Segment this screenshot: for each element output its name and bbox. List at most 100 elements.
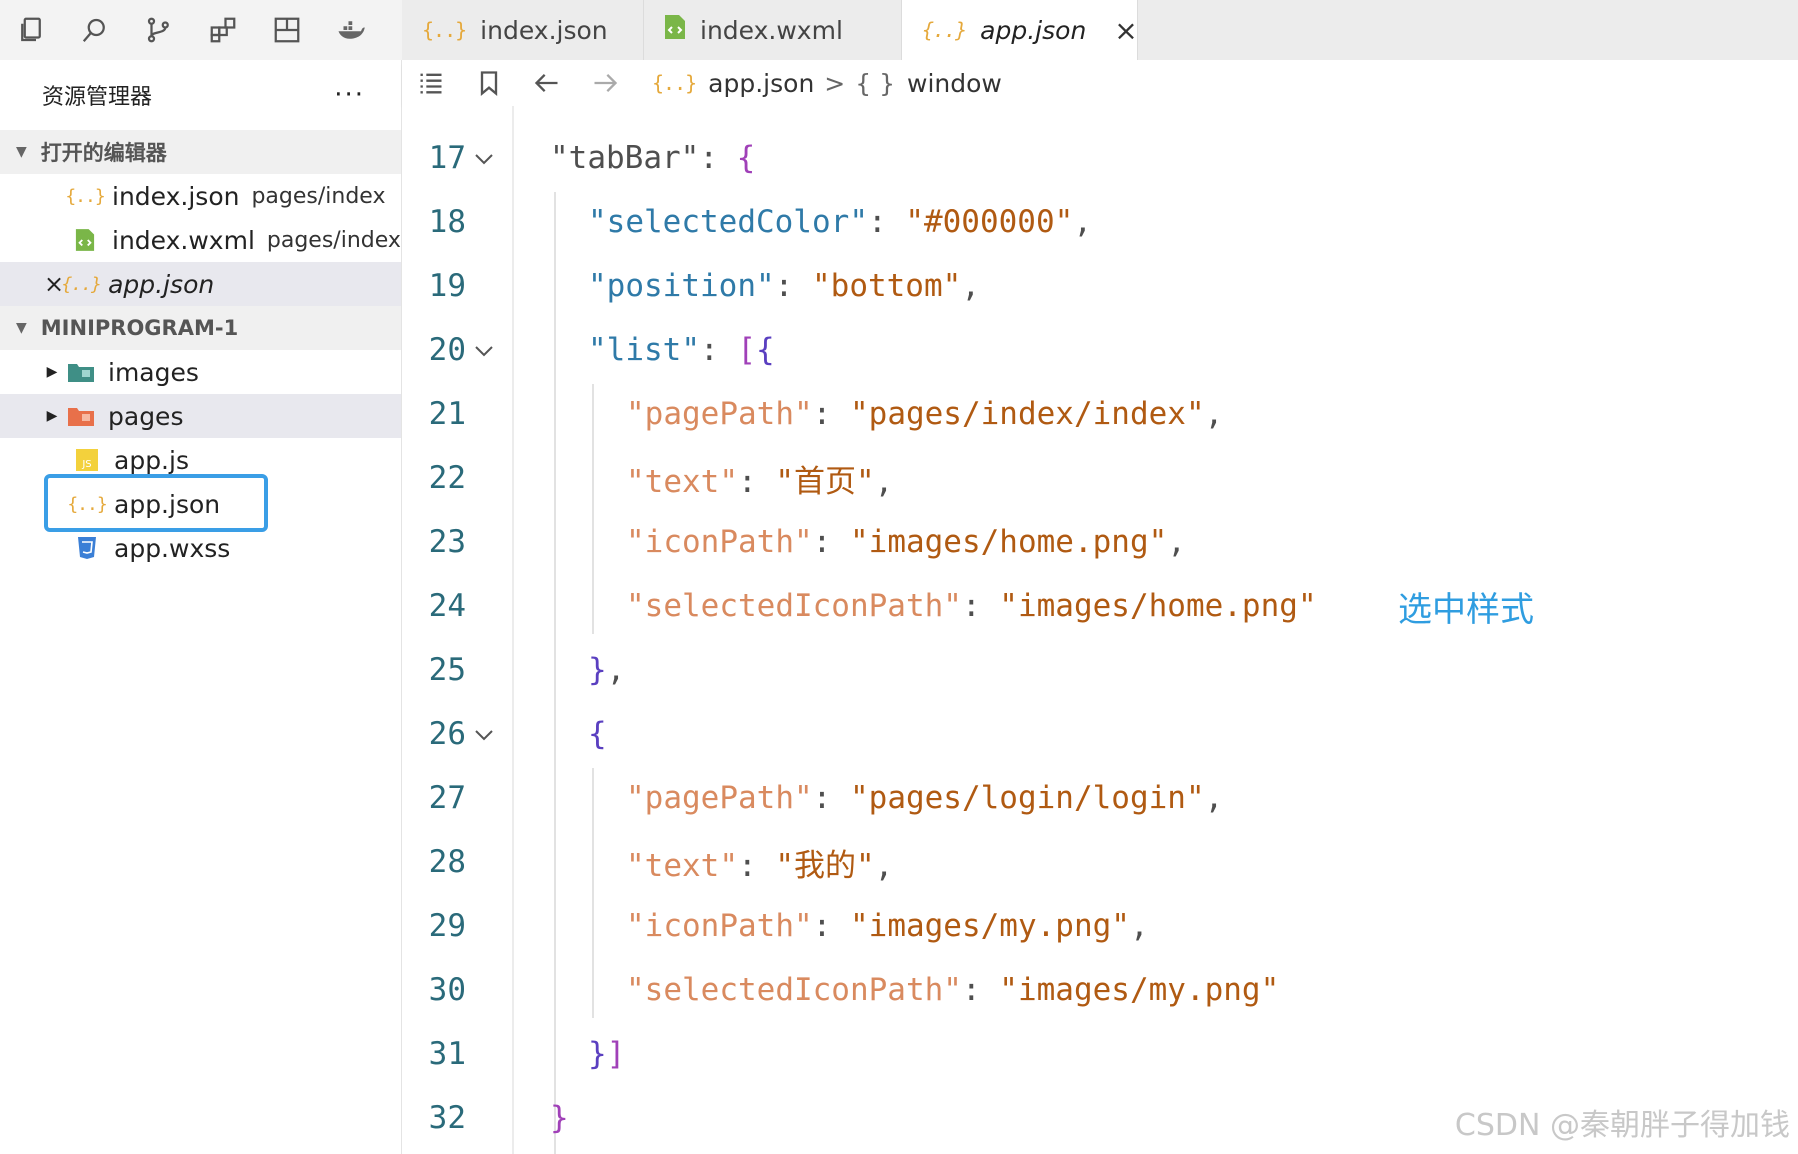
- line-number: 24: [428, 588, 466, 624]
- css-file-icon: [72, 536, 102, 560]
- line-number: 19: [428, 268, 466, 304]
- code-line[interactable]: 26 {: [402, 702, 1798, 766]
- file-name: app.json: [108, 269, 215, 299]
- file-name: images: [108, 357, 199, 387]
- line-number: 31: [428, 1036, 466, 1072]
- file-name: pages: [108, 401, 184, 431]
- code-line[interactable]: 24 "selectedIconPath": "images/home.png"…: [402, 574, 1798, 638]
- file-path: pages/index: [251, 183, 386, 209]
- selection-highlight-box: [44, 474, 268, 532]
- open-editor-item-active[interactable]: × {..} app.json: [0, 262, 401, 306]
- code-line[interactable]: 27 "pagePath": "pages/login/login",: [402, 766, 1798, 830]
- symbol-icon: { }: [855, 68, 896, 98]
- code-editor[interactable]: 17 "tabBar": { 18 "selectedColor": "#000…: [402, 106, 1798, 1154]
- file-name: app.js: [114, 445, 189, 475]
- chevron-down-icon[interactable]: [474, 138, 494, 165]
- section-open-editors[interactable]: ▼ 打开的编辑器: [0, 130, 401, 174]
- chevron-right-icon: ▶: [46, 408, 58, 424]
- line-number: 22: [428, 460, 466, 496]
- open-editor-item[interactable]: {..} index.json pages/index: [0, 174, 401, 218]
- code-line[interactable]: 20 "list": [{: [402, 318, 1798, 382]
- back-arrow-icon[interactable]: [518, 69, 576, 97]
- explorer-sidebar: 资源管理器 ··· ▼ 打开的编辑器 {..} index.json pages…: [0, 60, 402, 1154]
- activity-bar: [0, 0, 402, 60]
- file-name: index.json: [112, 181, 240, 211]
- json-file-icon: {..}: [922, 18, 967, 42]
- code-line[interactable]: 21 "pagePath": "pages/index/index",: [402, 382, 1798, 446]
- tab-index-wxml[interactable]: index.wxml: [644, 0, 902, 60]
- tree-file-app-wxss[interactable]: app.wxss: [0, 526, 401, 570]
- code-line[interactable]: 28 "text": "我的",: [402, 830, 1798, 894]
- line-number: 20: [428, 332, 466, 368]
- section-label: MINIPROGRAM-1: [40, 316, 239, 340]
- editor-tabs: {..} index.json index.wxml {..} app.json…: [402, 0, 1798, 60]
- sidebar-header: 资源管理器 ···: [0, 60, 401, 130]
- open-editor-item[interactable]: index.wxml pages/index: [0, 218, 401, 262]
- sidebar-title: 资源管理器: [42, 85, 153, 110]
- code-line[interactable]: 22 "text": "首页",: [402, 446, 1798, 510]
- line-number: 26: [428, 716, 466, 752]
- section-label: 打开的编辑器: [40, 141, 167, 165]
- wxml-file-icon: [70, 228, 100, 252]
- file-path: pages/index: [266, 227, 401, 253]
- list-icon[interactable]: [402, 69, 460, 97]
- docker-icon[interactable]: [334, 13, 368, 47]
- tab-label: index.json: [480, 15, 608, 45]
- chevron-right-icon: >: [824, 68, 846, 98]
- code-line[interactable]: 18 "selectedColor": "#000000",: [402, 190, 1798, 254]
- svg-text:JS: JS: [81, 459, 91, 470]
- images-folder-icon: [66, 361, 96, 383]
- annotation-label: 选中样式: [1398, 589, 1534, 630]
- close-icon[interactable]: ×: [1114, 14, 1137, 47]
- line-number: 27: [428, 780, 466, 816]
- json-file-icon: {..}: [422, 18, 467, 42]
- watermark: CSDN @秦朝胖子得加钱: [1454, 1108, 1790, 1143]
- chevron-right-icon: ▶: [46, 364, 58, 380]
- code-line[interactable]: 29 "iconPath": "images/my.png",: [402, 894, 1798, 958]
- explorer-icon[interactable]: [14, 13, 48, 47]
- code-line[interactable]: 19 "position": "bottom",: [402, 254, 1798, 318]
- line-number: 23: [428, 524, 466, 560]
- code-line[interactable]: 17 "tabBar": {: [402, 126, 1798, 190]
- line-number: 30: [428, 972, 466, 1008]
- extensions-icon[interactable]: [206, 13, 240, 47]
- json-file-icon: {..}: [65, 185, 105, 207]
- tree-folder-images[interactable]: ▶ images: [0, 350, 401, 394]
- chevron-down-icon: ▼: [16, 144, 27, 160]
- source-control-icon[interactable]: [142, 13, 176, 47]
- json-file-icon: {..}: [652, 71, 697, 95]
- wxml-file-icon: [664, 14, 686, 46]
- line-number: 21: [428, 396, 466, 432]
- js-file-icon: JS: [72, 448, 102, 472]
- layout-icon[interactable]: [270, 13, 304, 47]
- line-number: 17: [428, 140, 466, 176]
- breadcrumb: {..} app.json > { } window: [402, 60, 1798, 106]
- code-line[interactable]: 25 },: [402, 638, 1798, 702]
- bookmark-icon[interactable]: [460, 69, 518, 97]
- json-file-icon: {..}: [61, 273, 101, 295]
- search-icon[interactable]: [78, 13, 112, 47]
- more-icon[interactable]: ···: [334, 80, 365, 110]
- code-line[interactable]: 31 }]: [402, 1022, 1798, 1086]
- tab-label: app.json: [980, 15, 1087, 45]
- forward-arrow-icon[interactable]: [576, 69, 634, 97]
- tab-label: index.wxml: [700, 15, 843, 45]
- breadcrumb-symbol[interactable]: window: [907, 69, 1002, 98]
- line-number: 25: [428, 652, 466, 688]
- code-line[interactable]: 23 "iconPath": "images/home.png",: [402, 510, 1798, 574]
- chevron-down-icon[interactable]: [474, 714, 494, 741]
- section-project[interactable]: ▼ MINIPROGRAM-1: [0, 306, 401, 350]
- file-name: app.wxss: [114, 533, 231, 563]
- tree-folder-pages[interactable]: ▶ pages: [0, 394, 401, 438]
- code-line[interactable]: 30 "selectedIconPath": "images/my.png": [402, 958, 1798, 1022]
- line-number: 29: [428, 908, 466, 944]
- pages-folder-icon: [66, 405, 96, 427]
- chevron-down-icon[interactable]: [474, 330, 494, 357]
- tab-app-json[interactable]: {..} app.json ×: [902, 0, 1138, 60]
- line-number: 18: [428, 204, 466, 240]
- file-name: index.wxml: [112, 225, 255, 255]
- line-number: 32: [428, 1100, 466, 1136]
- breadcrumb-file[interactable]: app.json: [708, 69, 814, 98]
- tab-index-json[interactable]: {..} index.json: [402, 0, 644, 60]
- chevron-down-icon: ▼: [16, 320, 27, 336]
